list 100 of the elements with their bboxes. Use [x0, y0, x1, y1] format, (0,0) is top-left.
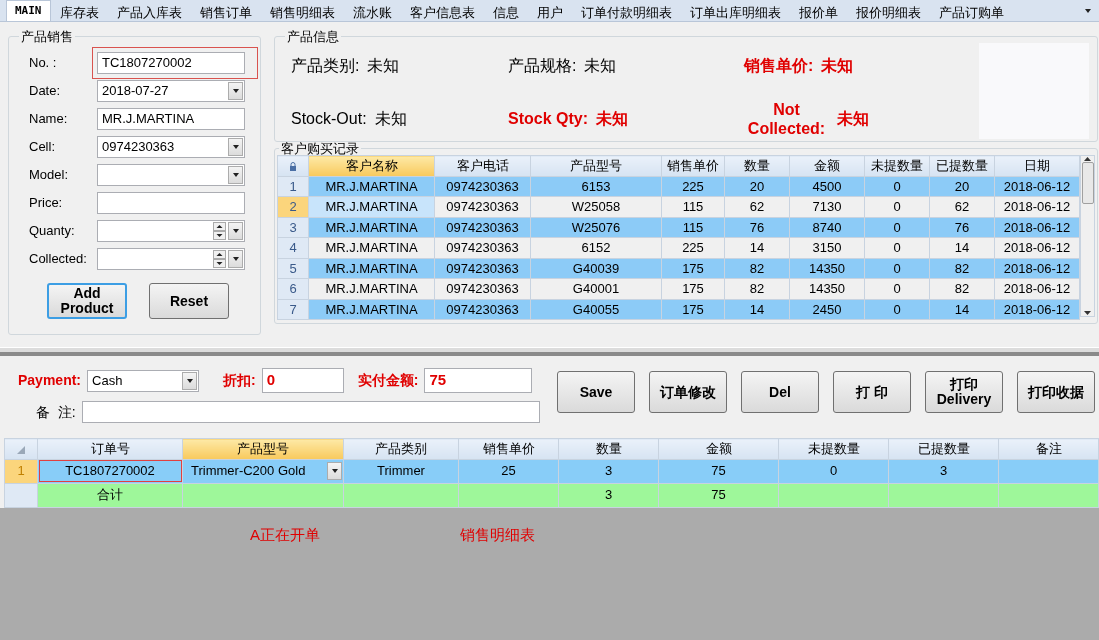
scroll-down-icon[interactable] [1083, 310, 1092, 316]
row-header[interactable]: 3 [277, 217, 309, 238]
text-field[interactable]: MR.J.MARTINA [97, 108, 245, 130]
button[interactable]: Save [557, 371, 635, 413]
column-header[interactable]: 客户名称 [308, 155, 435, 176]
spin-up-icon[interactable] [213, 222, 226, 231]
column-header[interactable]: 已提数量 [888, 438, 999, 459]
combo-box[interactable]: 0974230363 [97, 136, 245, 158]
combo-box[interactable]: 2018-07-27 [97, 80, 245, 102]
table-cell: 2018-06-12 [994, 196, 1080, 217]
text-field[interactable] [97, 192, 245, 214]
table-cell: 0 [864, 237, 930, 258]
column-header[interactable]: 备注 [998, 438, 1099, 459]
field-label: Cell: [28, 138, 56, 157]
tab[interactable]: MAIN [6, 0, 51, 21]
tab[interactable]: 产品订购单 [929, 0, 1013, 21]
combo-box[interactable]: Trimmer-C200 Gold [182, 459, 344, 483]
tab[interactable]: 订单出库明细表 [680, 0, 790, 21]
row-header[interactable]: 5 [277, 258, 309, 279]
table-cell: 82 [929, 278, 995, 299]
scrollbar[interactable] [1080, 155, 1095, 317]
tab[interactable]: 订单付款明细表 [571, 0, 681, 21]
button[interactable]: 打 印 [833, 371, 911, 413]
table-cell: 3 [558, 483, 659, 507]
column-header[interactable]: 产品型号 [530, 155, 662, 176]
dropdown-button[interactable] [228, 166, 243, 184]
column-header[interactable]: 日期 [994, 155, 1080, 176]
row-header[interactable]: 7 [277, 299, 309, 320]
caret-icon [329, 467, 340, 475]
button[interactable]: Add Product [47, 283, 127, 319]
spin-down-icon[interactable] [213, 259, 226, 268]
field-label: Name: [28, 110, 69, 129]
row-header[interactable]: 4 [277, 237, 309, 258]
group-title: 产品销售 [20, 30, 74, 43]
table-cell: 225 [661, 237, 725, 258]
dropdown-button[interactable] [327, 462, 342, 480]
dropdown-button[interactable] [228, 82, 243, 100]
row-header[interactable]: 6 [277, 278, 309, 299]
tab[interactable]: 信息 [483, 0, 528, 21]
table-cell: 0974230363 [434, 278, 531, 299]
button[interactable]: Del [741, 371, 819, 413]
tab[interactable]: 销售订单 [190, 0, 261, 21]
spin-down-icon[interactable] [213, 231, 226, 240]
tab[interactable]: 流水账 [343, 0, 401, 21]
column-header[interactable]: 产品类别 [343, 438, 459, 459]
input-field[interactable]: 0 [261, 368, 344, 393]
group-title: 产品信息 [286, 30, 340, 43]
table-cell: 62 [929, 196, 995, 217]
column-header[interactable]: 订单号 [37, 438, 183, 459]
table-cell: 合计 [37, 483, 183, 507]
info-label: 产品类别: [291, 55, 360, 76]
button[interactable]: 订单修改 [649, 371, 727, 413]
text-field[interactable]: TC1807270002 [97, 52, 245, 74]
caret-icon [184, 376, 195, 385]
column-header[interactable]: 销售单价 [661, 155, 725, 176]
row-header[interactable]: 2 [277, 196, 309, 217]
column-header[interactable]: 金额 [658, 438, 779, 459]
input-field[interactable]: 75 [424, 368, 533, 393]
table-cell: MR.J.MARTINA [308, 237, 435, 258]
column-header[interactable]: 客户电话 [434, 155, 531, 176]
dropdown-button[interactable] [228, 222, 243, 240]
table-cell: MR.J.MARTINA [308, 278, 435, 299]
tab[interactable]: 库存表 [50, 0, 108, 21]
info-label: 产品规格: [508, 55, 577, 76]
column-header[interactable]: 未提数量 [864, 155, 930, 176]
column-header[interactable]: 销售单价 [458, 438, 559, 459]
dropdown-button[interactable] [228, 250, 243, 268]
input-field[interactable] [81, 401, 540, 423]
splitter[interactable] [0, 347, 1099, 356]
caret-icon [230, 143, 241, 151]
spin-up-icon[interactable] [213, 250, 226, 259]
column-header[interactable]: 数量 [558, 438, 659, 459]
corner-icon [16, 444, 26, 455]
table-cell: 75 [658, 483, 779, 507]
column-header[interactable]: 已提数量 [929, 155, 995, 176]
caret-icon [230, 227, 241, 235]
caret-icon [230, 255, 241, 263]
table-cell: 0974230363 [434, 237, 531, 258]
tab[interactable]: 产品入库表 [107, 0, 191, 21]
dropdown-button[interactable] [182, 371, 198, 390]
column-header[interactable]: 金额 [789, 155, 865, 176]
group-title: 客户购买记录 [280, 142, 360, 155]
row-header[interactable]: 1 [277, 176, 309, 197]
tab[interactable]: 销售明细表 [260, 0, 344, 21]
combo-box[interactable]: Cash [87, 369, 200, 392]
button[interactable]: 打印收据 [1017, 371, 1095, 413]
info-value: 未知 [584, 55, 617, 76]
button[interactable]: 打印 Delivery [925, 371, 1003, 413]
tab[interactable]: 报价单 [789, 0, 847, 21]
scroll-thumb[interactable] [1081, 162, 1094, 204]
info-value: 未知 [596, 108, 628, 129]
tab[interactable]: 用户 [527, 0, 572, 21]
tab[interactable]: 客户信息表 [400, 0, 484, 21]
column-header[interactable]: 数量 [724, 155, 790, 176]
button[interactable]: Reset [149, 283, 229, 319]
dropdown-button[interactable] [228, 138, 243, 156]
tab[interactable]: 报价明细表 [846, 0, 930, 21]
table-cell: Trimmer [343, 459, 459, 483]
column-header[interactable]: 未提数量 [778, 438, 889, 459]
column-header[interactable]: 产品型号 [182, 438, 344, 459]
